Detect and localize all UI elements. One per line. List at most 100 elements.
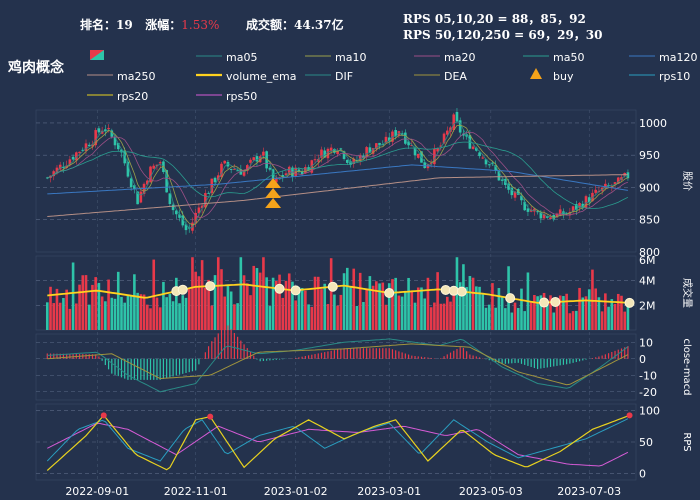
- volume-bar: [610, 299, 614, 330]
- volume-bar: [171, 301, 175, 330]
- volume-bar: [49, 286, 52, 330]
- candle-body: [526, 208, 530, 212]
- volume-bar: [307, 304, 310, 330]
- turnover-line: 成交额：44.37亿: [246, 16, 344, 33]
- volume-bar: [397, 295, 401, 330]
- volume-bar: [210, 305, 214, 330]
- volume-bar: [107, 279, 110, 330]
- legend-rps20: rps20: [117, 90, 149, 103]
- candle-body: [268, 167, 272, 170]
- candle-body: [129, 178, 133, 188]
- volume-bar: [555, 305, 559, 330]
- rank-label: 排名：: [80, 18, 117, 32]
- candle-body: [329, 147, 333, 151]
- volume-bar: [536, 296, 539, 330]
- y-tick-label: 50: [639, 436, 653, 449]
- volume-bar: [100, 296, 104, 330]
- volume-bar: [597, 297, 601, 330]
- volume-bar: [391, 279, 394, 330]
- volume-marker: [274, 283, 285, 294]
- volume-bar: [613, 303, 617, 330]
- candle-body: [536, 211, 539, 213]
- candle-body: [326, 148, 330, 159]
- rps-peak-marker: [100, 412, 107, 419]
- candle-body: [223, 160, 227, 164]
- volume-bar: [545, 303, 549, 330]
- volume-bar: [384, 304, 388, 330]
- volume-bar: [500, 296, 504, 330]
- volume-bar: [139, 294, 143, 330]
- volume-bar: [316, 276, 320, 330]
- volume-bar: [471, 277, 475, 330]
- legend-ma50: ma50: [553, 51, 585, 64]
- volume-bar: [323, 283, 327, 330]
- volume-bar: [410, 291, 414, 330]
- volume-bar: [287, 273, 291, 330]
- volume-bar: [426, 277, 430, 330]
- legend-ma120: ma120: [659, 51, 698, 64]
- volume-bar: [71, 262, 75, 330]
- volume-bar: [491, 283, 494, 330]
- volume-marker: [327, 281, 338, 292]
- candle-body: [71, 156, 75, 160]
- volume-bar: [607, 306, 610, 330]
- volume-bar: [497, 288, 501, 330]
- volume-bar: [184, 297, 188, 330]
- ma20-line: [47, 132, 629, 218]
- volume-bar: [45, 302, 49, 330]
- volume-bar: [200, 260, 204, 330]
- volume-bar: [175, 277, 178, 330]
- x-tick-label: 2023-01-02: [264, 485, 328, 498]
- volume-bar: [481, 294, 485, 330]
- volume-bar: [529, 302, 533, 330]
- volume-bar: [191, 257, 194, 330]
- volume-bar: [204, 287, 207, 330]
- candle-body: [152, 165, 156, 169]
- y-tick-label: 0: [639, 353, 646, 366]
- volume-bar: [155, 297, 159, 330]
- y-tick-label: 10: [639, 336, 653, 349]
- panel-frame-price: [35, 109, 637, 253]
- volume-bar: [591, 269, 594, 330]
- legend-dif: DIF: [335, 70, 354, 83]
- volume-bar: [575, 310, 578, 330]
- volume-bar: [368, 276, 372, 330]
- volume-bar: [104, 301, 107, 330]
- candle-body: [171, 204, 175, 211]
- volume-bar: [284, 280, 288, 330]
- volume-bar: [239, 257, 243, 330]
- change-label: 涨幅：: [145, 18, 182, 32]
- volume-bar: [420, 287, 423, 330]
- volume-bar: [94, 277, 97, 330]
- y-tick-label: 0: [639, 468, 646, 481]
- candle-body: [455, 111, 459, 122]
- volume-bar: [404, 291, 407, 330]
- candle-body: [478, 152, 481, 157]
- volume-bar: [278, 274, 281, 330]
- volume-bar: [423, 298, 427, 330]
- volume-bar: [394, 277, 397, 330]
- volume-bar: [113, 298, 117, 330]
- candle-body: [139, 191, 143, 203]
- volume-bar: [68, 308, 72, 330]
- volume-bar: [58, 302, 62, 330]
- volume-bar: [523, 311, 527, 330]
- candle-body: [313, 159, 317, 161]
- y-tick-label: 950: [639, 149, 660, 162]
- volume-bar: [587, 289, 591, 330]
- candle-body: [452, 114, 456, 131]
- rank-line: 排名：19 涨幅：1.53%: [80, 16, 219, 33]
- y-tick-label: 4M: [639, 275, 656, 288]
- volume-bar: [178, 303, 181, 330]
- volume-bar: [484, 307, 488, 330]
- candle-body: [249, 159, 252, 163]
- volume-bar: [52, 303, 56, 330]
- volume-marker: [539, 297, 550, 308]
- candle-body: [487, 164, 491, 166]
- volume-bar: [123, 302, 127, 330]
- volume-bar: [271, 277, 275, 330]
- volume-bar: [413, 302, 417, 330]
- volume-bar: [120, 296, 123, 330]
- volume-marker: [290, 285, 301, 296]
- volume-bar: [236, 303, 239, 330]
